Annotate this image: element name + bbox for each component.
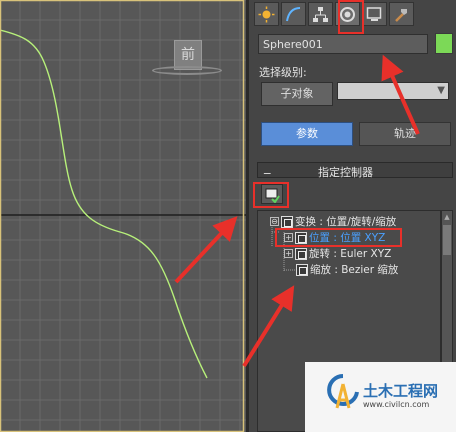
sub-object-button[interactable]: 子对象: [261, 82, 333, 106]
display-monitor-icon: [366, 6, 382, 21]
tree-node-transform[interactable]: ⊖ 变换 : 位置/旋转/缩放: [270, 214, 396, 229]
tree-node-position-label: 位置 : 位置 XYZ: [309, 232, 386, 244]
viewport-active-border: [0, 0, 245, 432]
object-name-field[interactable]: [258, 34, 428, 54]
tree-node-rotation-label: 旋转 : Euler XYZ: [309, 248, 392, 260]
create-sun-icon: [258, 6, 275, 22]
assign-controller-button[interactable]: [261, 184, 283, 204]
tab-utilities[interactable]: [389, 2, 414, 26]
watermark: 土木工程网 www.civilcn.com: [305, 362, 456, 432]
tab-display[interactable]: [362, 2, 387, 26]
expand-expander-icon[interactable]: +: [284, 249, 293, 258]
transform-controller-icon: [281, 215, 293, 228]
params-button[interactable]: 参数: [261, 122, 353, 146]
rotation-controller-icon: [295, 247, 307, 260]
tab-modify[interactable]: [281, 2, 306, 26]
tree-node-position[interactable]: + 位置 : 位置 XYZ: [284, 230, 385, 245]
sub-object-dropdown[interactable]: ▼: [337, 82, 449, 100]
tree-node-scale-label: 缩放 : Bezier 缩放: [310, 264, 399, 276]
viewcube-ring[interactable]: [152, 66, 222, 75]
motion-icon: [340, 6, 355, 22]
position-controller-icon: [295, 231, 307, 244]
utilities-hammer-icon: [395, 8, 407, 22]
watermark-url: www.civilcn.com: [363, 400, 430, 409]
modify-curve-icon: [286, 6, 301, 21]
tree-node-scale[interactable]: 缩放 : Bezier 缩放: [296, 262, 398, 277]
panel-tabs: [254, 2, 414, 26]
watermark-logo-icon: [327, 374, 359, 409]
collapse-expander-icon[interactable]: ⊖: [270, 217, 279, 226]
scrollbar-thumb[interactable]: [443, 225, 451, 255]
scale-controller-icon: [296, 263, 308, 276]
selection-level-label: 选择级别:: [259, 66, 307, 79]
front-viewport[interactable]: 前: [0, 0, 246, 432]
watermark-title: 土木工程网: [363, 382, 439, 400]
assign-controller-rollout[interactable]: _ 指定控制器: [257, 160, 453, 179]
tab-motion[interactable]: [335, 2, 360, 26]
tab-hierarchy[interactable]: [308, 2, 333, 26]
chevron-down-icon: ▼: [437, 85, 445, 96]
hierarchy-icon: [313, 6, 328, 22]
scroll-up-icon[interactable]: ▲: [443, 212, 451, 222]
viewcube-label: 前: [181, 47, 195, 63]
tab-create[interactable]: [254, 2, 279, 26]
assign-controller-icon: [265, 188, 280, 204]
viewport-grid: [0, 0, 246, 432]
collapse-icon[interactable]: _: [264, 160, 271, 175]
rollout-title: 指定控制器: [318, 166, 373, 179]
trajectory-button[interactable]: 轨迹: [359, 122, 451, 146]
object-color-swatch[interactable]: [435, 33, 453, 54]
tree-node-rotation[interactable]: + 旋转 : Euler XYZ: [284, 246, 391, 261]
tree-node-transform-label: 变换 : 位置/旋转/缩放: [295, 216, 397, 228]
expand-expander-icon[interactable]: +: [284, 233, 293, 242]
trajectory-curve[interactable]: [0, 29, 208, 379]
